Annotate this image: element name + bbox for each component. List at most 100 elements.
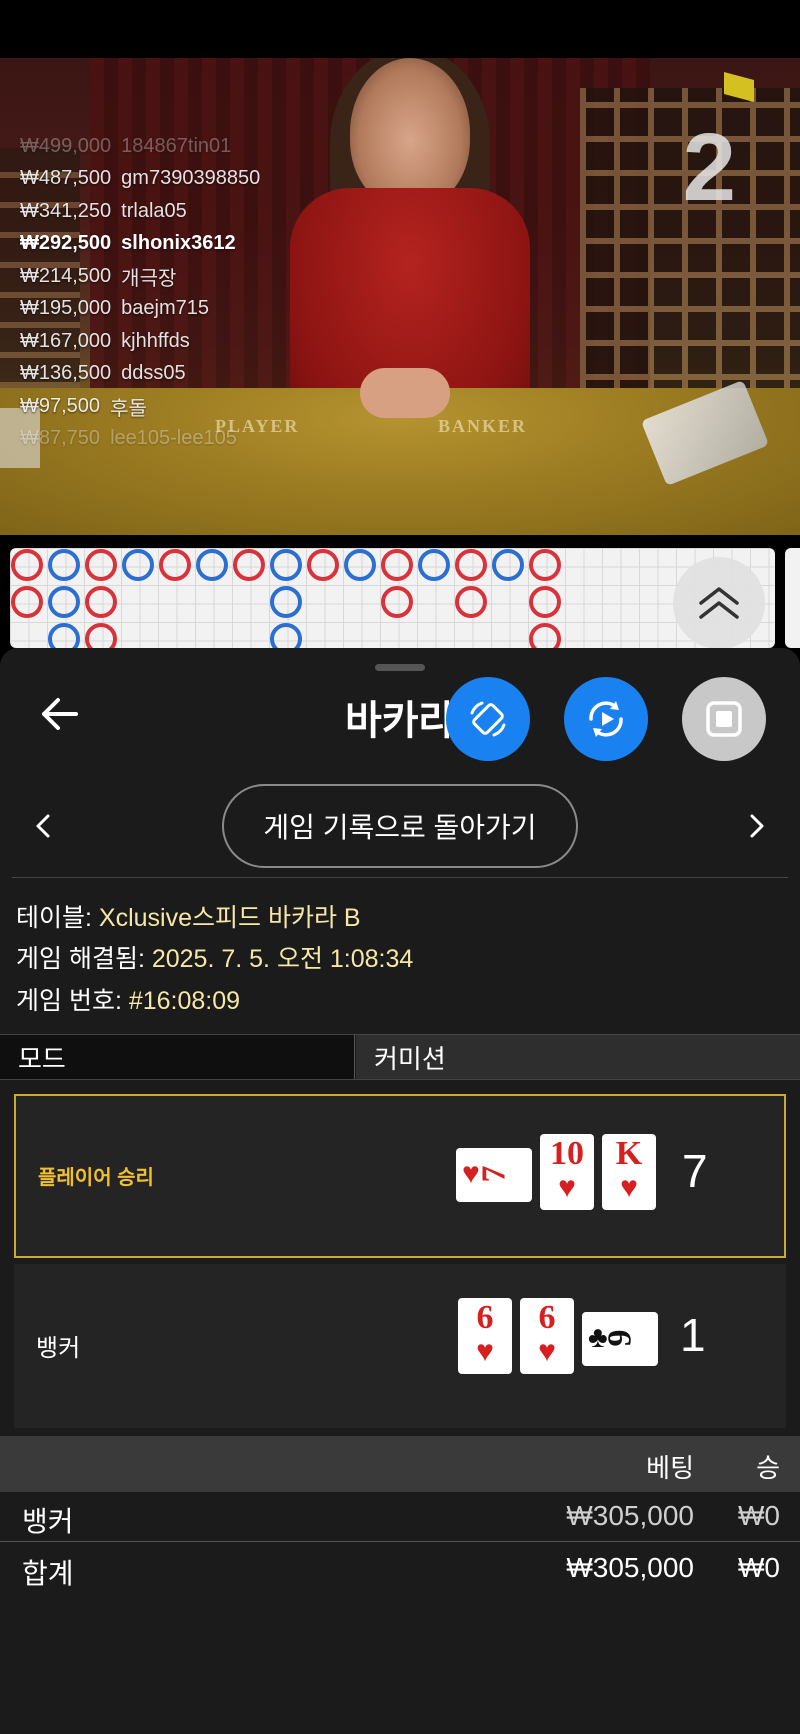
player-bead <box>270 549 302 581</box>
table-info-label: 테이블: <box>16 904 99 932</box>
leaderboard-row: ₩341,250 trlala05 <box>20 195 340 228</box>
leaderboard-user: trlala05 <box>121 199 187 222</box>
leaderboard-amount: ₩97,500 <box>20 394 101 417</box>
leaderboard-amount: ₩87,750 <box>20 427 101 450</box>
leaderboard-amount: ₩167,000 <box>20 329 112 352</box>
leaderboard-user: 184867tin01 <box>121 134 232 157</box>
leaderboard-amount: ₩292,500 <box>20 232 112 255</box>
table-row: 뱅커 ₩305,000 ₩0 <box>0 1492 800 1542</box>
playing-card: 10 ♥ <box>540 1134 594 1210</box>
table-info-value: Xclusive스피드 바카라 B <box>98 904 361 932</box>
total-row: 합계 ₩305,000 ₩0 <box>0 1544 800 1594</box>
leaderboard-row: ₩214,500 개극장 <box>20 260 340 293</box>
leaderboard-row: ₩292,500 slhonix3612 <box>20 228 340 261</box>
leaderboard-amount: ₩499,000 <box>20 134 112 157</box>
bet-name: 뱅커 <box>22 1506 74 1537</box>
game-detail-sheet: 바카라 게임 기록으로 돌아가기 테이블: Xclusive스피드 바카라 B … <box>0 648 800 1734</box>
player-bead <box>48 549 80 581</box>
card-rank: 9 <box>601 1329 639 1347</box>
video-play-icon <box>589 701 623 737</box>
player-bead <box>196 549 228 581</box>
rotate-screen-icon <box>470 701 506 737</box>
heart-suit-icon: ♥ <box>558 1171 576 1204</box>
playing-card: 6 ♥ <box>458 1298 512 1374</box>
banker-score: 1 <box>680 1309 706 1361</box>
winners-leaderboard: ₩499,000 184867tin01 ₩487,500 gm7390398850 ₩… <box>20 130 340 455</box>
detail-tabs: 모드 커미션 <box>0 1034 800 1080</box>
felt-banker-label: BANKER <box>438 416 528 436</box>
banker-label: 뱅커 <box>36 1335 81 1362</box>
player-bead <box>270 623 302 648</box>
win-amount: ₩0 <box>738 1500 780 1531</box>
player-bead <box>48 623 80 648</box>
back-arrow-icon <box>42 698 78 730</box>
sheet-drag-handle[interactable] <box>375 664 425 671</box>
resolved-info: 게임 해결됨: 2025. 7. 5. 오전 1:08:34 <box>16 939 413 975</box>
rotate-screen-button[interactable] <box>446 677 530 761</box>
banker-bead <box>233 549 265 581</box>
game-number-info: 게임 번호: #16:08:09 <box>16 981 240 1017</box>
banker-bead <box>159 549 191 581</box>
back-button[interactable] <box>36 690 84 738</box>
leaderboard-user: baejm715 <box>121 297 210 320</box>
stop-icon <box>706 701 742 737</box>
leaderboard-user: 후돌 <box>110 397 147 420</box>
banker-bead <box>455 586 487 618</box>
player-bead <box>270 586 302 618</box>
bet-column-header: 베팅 <box>646 1453 694 1483</box>
leaderboard-row: ₩136,500 ddss05 <box>20 358 340 391</box>
previous-game-button[interactable] <box>28 810 60 842</box>
collapse-button[interactable] <box>673 557 765 649</box>
leaderboard-row: ₩97,500 후돌 <box>20 390 340 423</box>
heart-suit-icon: ♥ <box>462 1157 480 1190</box>
total-label: 합계 <box>22 1558 74 1589</box>
heart-suit-icon: ♥ <box>538 1335 556 1368</box>
playing-card: 9 ♣ <box>582 1312 658 1366</box>
game-number-value: #16:08:09 <box>128 987 241 1015</box>
card-rank: 7 <box>475 1165 513 1183</box>
leaderboard-user: kjhhffds <box>121 329 190 352</box>
banker-bead <box>381 586 413 618</box>
leaderboard-amount: ₩214,500 <box>20 264 112 287</box>
tab-mode[interactable]: 모드 <box>0 1035 355 1079</box>
total-win-amount: ₩0 <box>738 1552 780 1583</box>
playing-card: K ♥ <box>602 1134 656 1210</box>
banker-bead <box>11 586 43 618</box>
banker-bead <box>529 549 561 581</box>
tab-commission[interactable]: 커미션 <box>356 1035 800 1079</box>
table-info: 테이블: Xclusive스피드 바카라 B <box>16 898 361 934</box>
dealer-face <box>350 58 470 208</box>
live-video[interactable]: PLAYER BANKER ₩499,000 184867tin01 ₩487,50… <box>0 58 800 535</box>
banker-bead <box>85 586 117 618</box>
total-bet-amount: ₩305,000 <box>566 1552 694 1583</box>
back-to-history-button[interactable]: 게임 기록으로 돌아가기 <box>222 784 578 868</box>
page-title: 바카라 <box>345 699 456 743</box>
leaderboard-row: ₩87,750 lee105-lee105 <box>20 423 340 456</box>
heart-suit-icon: ♥ <box>620 1171 638 1204</box>
leaderboard-row: ₩195,000 baejm715 <box>20 293 340 326</box>
player-score: 7 <box>682 1145 708 1197</box>
leaderboard-user: gm7390398850 <box>121 167 261 190</box>
leaderboard-amount: ₩341,250 <box>20 199 112 222</box>
card-rank: 6 <box>476 1299 494 1336</box>
game-number-label: 게임 번호: <box>16 987 129 1015</box>
leaderboard-amount: ₩136,500 <box>20 362 112 385</box>
bead-road-map[interactable] <box>10 548 775 648</box>
stop-button[interactable] <box>682 677 766 761</box>
leaderboard-row: ₩487,500 gm7390398850 <box>20 163 340 196</box>
next-game-button[interactable] <box>740 810 772 842</box>
card-rank: 10 <box>550 1135 584 1172</box>
banker-bead <box>381 549 413 581</box>
banker-bead <box>11 549 43 581</box>
double-chevron-up-icon <box>699 587 739 619</box>
player-result-label: 플레이어 승리 <box>38 1167 154 1189</box>
win-column-header: 승 <box>756 1453 780 1483</box>
player-bead <box>48 586 80 618</box>
video-replay-button[interactable] <box>564 677 648 761</box>
chevron-left-icon <box>36 814 50 838</box>
player-bead <box>418 549 450 581</box>
playing-card: 6 ♥ <box>520 1298 574 1374</box>
player-bead <box>122 549 154 581</box>
leaderboard-user: ddss05 <box>121 362 186 385</box>
banker-bead <box>85 549 117 581</box>
